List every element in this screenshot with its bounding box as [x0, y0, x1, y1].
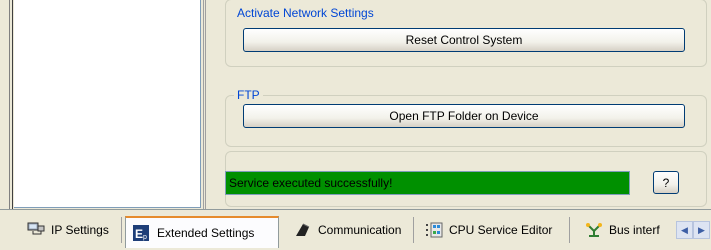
scroll-left-icon[interactable]: ◀ [676, 221, 693, 239]
reset-control-system-button[interactable]: Reset Control System [243, 28, 685, 52]
tab-label: IP Settings [51, 223, 109, 237]
tree-panel[interactable] [14, 0, 201, 208]
tab-scroll-arrows: ◀ ▶ [676, 221, 710, 239]
tab-label: CPU Service Editor [449, 223, 553, 237]
status-message: Service executed successfully! [225, 171, 630, 195]
tab-ip-settings[interactable]: IP Settings [20, 217, 122, 243]
tab-label: Extended Settings [157, 226, 255, 240]
tab-label: Bus interf [609, 223, 660, 237]
ftp-group: FTP Open FTP Folder on Device [225, 87, 707, 147]
window-left-edge [0, 0, 14, 209]
tab-bus-interface[interactable]: Bus interf [578, 217, 674, 243]
activate-network-settings-title: Activate Network Settings [234, 5, 377, 21]
activate-network-settings-group: Activate Network Settings Reset Control … [225, 0, 707, 67]
communication-icon [294, 222, 312, 238]
settings-panel: Activate Network Settings Reset Control … [207, 0, 711, 209]
tab-label: Communication [318, 223, 402, 237]
tab-bar: IP Settings E p Extended Settings Commun… [0, 209, 711, 250]
svg-text:p: p [143, 234, 147, 241]
bus-interface-icon [585, 222, 603, 238]
tab-communication[interactable]: Communication [287, 217, 414, 243]
open-ftp-folder-button[interactable]: Open FTP Folder on Device [243, 104, 685, 128]
help-button[interactable]: ? [653, 171, 679, 194]
scroll-right-icon[interactable]: ▶ [693, 221, 710, 239]
extended-settings-icon: E p [133, 225, 151, 241]
svg-text:E: E [135, 227, 143, 241]
tab-cpu-service-editor[interactable]: CPU Service Editor [418, 217, 570, 243]
tab-extended-settings[interactable]: E p Extended Settings [125, 216, 279, 248]
cpu-service-icon [425, 222, 443, 238]
network-icon [27, 222, 45, 238]
ftp-title: FTP [234, 87, 263, 103]
